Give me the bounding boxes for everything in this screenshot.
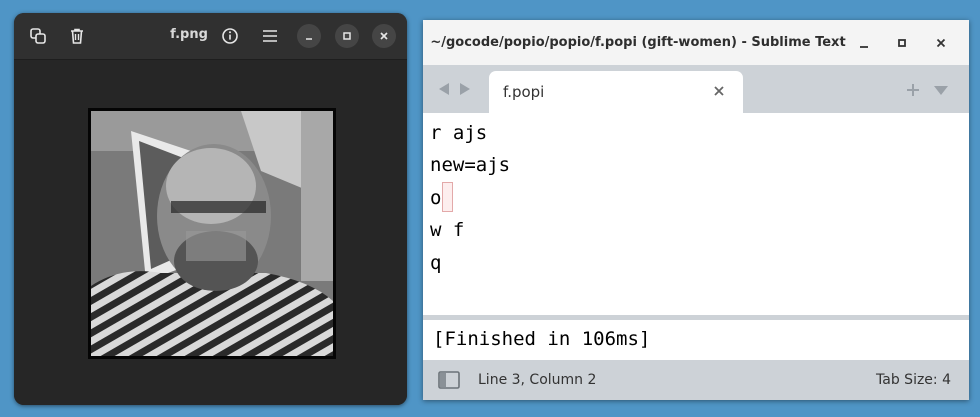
code-line-1: r ajs	[430, 122, 488, 144]
close-icon[interactable]	[372, 24, 396, 48]
tab-list-dropdown-icon[interactable]	[932, 81, 950, 99]
code-line-2: new=ajs	[430, 154, 511, 176]
maximize-icon[interactable]	[891, 32, 913, 54]
sublime-titlebar: ~/gocode/popio/popio/f.popi (gift-women)…	[423, 20, 969, 65]
maximize-icon[interactable]	[335, 24, 359, 48]
code-line-5: q	[430, 252, 442, 274]
hamburger-menu-icon[interactable]	[257, 23, 283, 49]
minimize-icon[interactable]	[853, 32, 875, 54]
code-editor[interactable]: r ajs new=ajs o w f q	[423, 113, 969, 315]
sublime-window-title: ~/gocode/popio/popio/f.popi (gift-women)…	[430, 35, 846, 50]
build-output-panel: [Finished in 106ms]	[427, 322, 963, 356]
image-viewer-window: f.png	[14, 13, 407, 405]
code-line-3-text: o	[430, 187, 442, 209]
displayed-photo	[88, 108, 336, 359]
info-icon[interactable]	[217, 23, 243, 49]
viewer-header-bar: f.png	[14, 13, 407, 60]
close-icon[interactable]	[930, 32, 952, 54]
status-bar: Line 3, Column 2 Tab Size: 4	[423, 360, 969, 400]
tab-bar: f.popi	[423, 65, 969, 113]
copy-icon[interactable]	[25, 23, 51, 49]
text-cursor	[442, 182, 454, 212]
minimize-icon[interactable]	[297, 24, 321, 48]
tab-forward-icon[interactable]	[458, 82, 472, 96]
tab-label: f.popi	[503, 83, 545, 101]
tab-close-icon[interactable]	[711, 83, 727, 99]
sidebar-toggle-icon[interactable]	[438, 371, 460, 389]
sublime-text-window: ~/gocode/popio/popio/f.popi (gift-women)…	[423, 20, 969, 400]
tab-size-indicator[interactable]: Tab Size: 4	[876, 372, 951, 388]
code-line-4: w f	[430, 219, 465, 241]
tab-f-popi[interactable]: f.popi	[489, 71, 743, 113]
code-line-3: o	[430, 182, 454, 214]
tab-back-icon[interactable]	[437, 82, 451, 96]
new-tab-plus-icon[interactable]	[904, 81, 922, 99]
cursor-position[interactable]: Line 3, Column 2	[478, 372, 596, 388]
trash-icon[interactable]	[64, 23, 90, 49]
output-panel-divider[interactable]	[423, 315, 969, 320]
